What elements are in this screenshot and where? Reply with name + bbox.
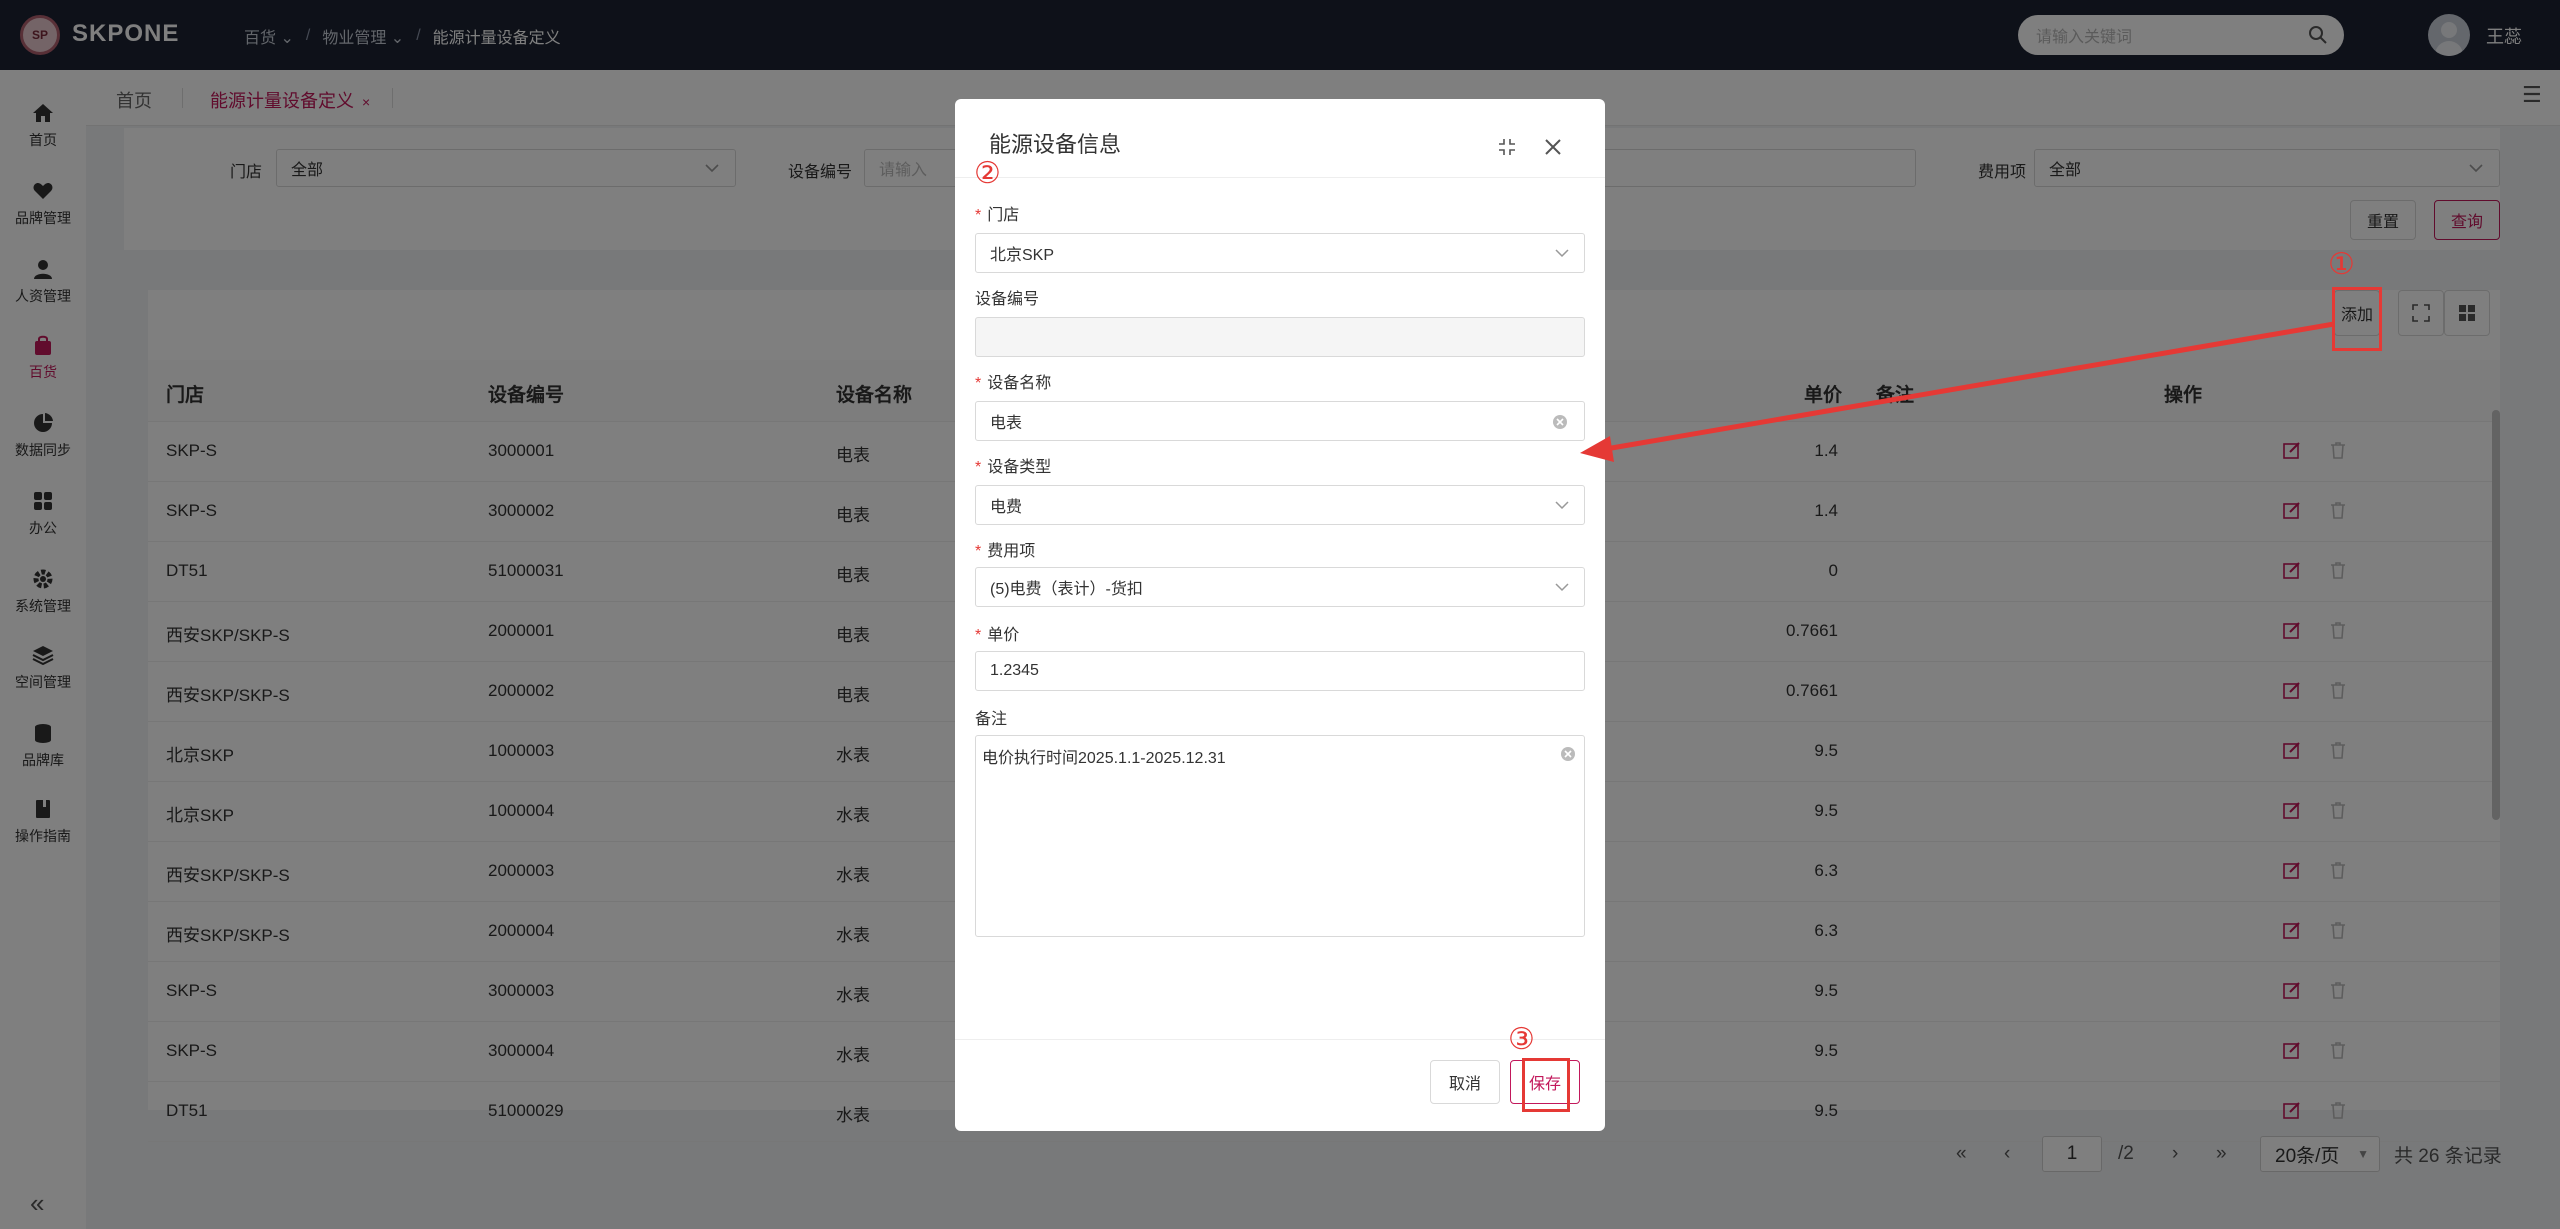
clear-icon[interactable] bbox=[1552, 414, 1568, 430]
annotation-step-3: ③ bbox=[1508, 1023, 1535, 1056]
cancel-button[interactable]: 取消 bbox=[1430, 1060, 1500, 1104]
fee-item-select[interactable]: (5)电费（表计）-货扣 bbox=[975, 567, 1585, 607]
dialog-header-divider bbox=[955, 177, 1605, 178]
remark-textarea[interactable]: 电价执行时间2025.1.1-2025.12.31 bbox=[975, 735, 1585, 937]
fee-item-value: (5)电费（表计）-货扣 bbox=[990, 581, 1143, 598]
device-no-input[interactable] bbox=[975, 317, 1585, 357]
device-type-select[interactable]: 电费 bbox=[975, 485, 1585, 525]
annotation-box-save bbox=[1522, 1058, 1570, 1112]
price-label: * 单价 bbox=[975, 627, 1020, 644]
dialog-title: 能源设备信息 bbox=[989, 132, 1122, 157]
store-select[interactable]: 北京SKP bbox=[975, 233, 1585, 273]
device-no-label: 设备编号 bbox=[975, 291, 1040, 308]
price-value: 1.2345 bbox=[990, 662, 1039, 679]
store-label: * 门店 bbox=[975, 207, 1020, 224]
device-name-label: * 设备名称 bbox=[975, 375, 1052, 392]
chevron-down-icon bbox=[1555, 249, 1569, 258]
device-name-value: 电表 bbox=[990, 415, 1023, 432]
annotation-box-add bbox=[2332, 287, 2382, 351]
chevron-down-icon bbox=[1555, 583, 1569, 592]
store-value: 北京SKP bbox=[990, 247, 1055, 264]
device-type-value: 电费 bbox=[990, 499, 1023, 516]
remark-value: 电价执行时间2025.1.1-2025.12.31 bbox=[982, 750, 1226, 767]
price-input[interactable]: 1.2345 bbox=[975, 651, 1585, 691]
clear-icon[interactable] bbox=[1560, 746, 1576, 762]
annotation-step-1: ① bbox=[2328, 248, 2355, 281]
device-info-dialog: 能源设备信息 * 门店 北京SKP 设备编号 * 设备名称 电表 * 设备类型 电费 … bbox=[955, 99, 1605, 1131]
remark-label: 备注 bbox=[975, 711, 1008, 728]
annotation-step-2: ② bbox=[974, 157, 1001, 190]
chevron-down-icon bbox=[1555, 501, 1569, 510]
close-icon[interactable] bbox=[1541, 135, 1565, 159]
device-type-label: * 设备类型 bbox=[975, 459, 1052, 476]
fee-item-label: * 费用项 bbox=[975, 543, 1036, 560]
fullscreen-icon[interactable] bbox=[1495, 135, 1519, 159]
device-name-input[interactable]: 电表 bbox=[975, 401, 1585, 441]
